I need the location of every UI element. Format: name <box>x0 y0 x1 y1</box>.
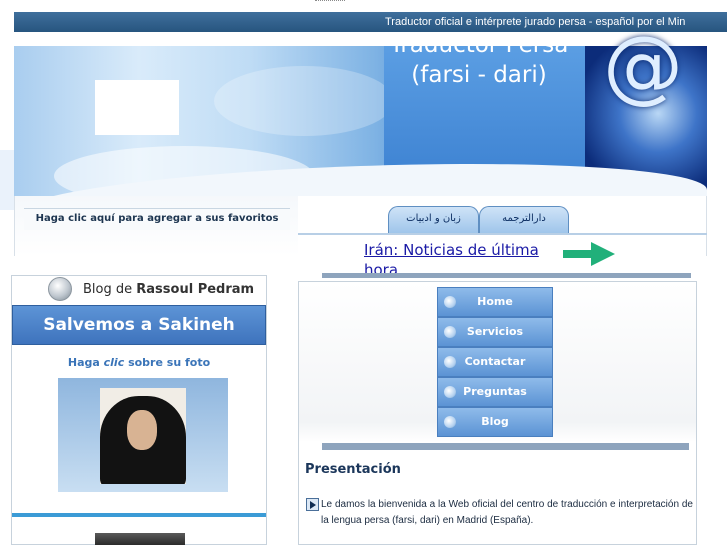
banner-cloud <box>214 66 394 136</box>
presentation-text: Le damos la bienvenida a la Web oficial … <box>321 499 693 526</box>
presentation-heading: Presentación <box>305 462 401 477</box>
caption-pre: Haga <box>67 356 100 369</box>
tabs-underline <box>298 233 707 235</box>
top-divider <box>315 0 345 4</box>
nav-home-button[interactable]: Home <box>437 287 553 317</box>
blog-prefix: Blog de <box>83 282 133 297</box>
blog-bullet-icon <box>48 277 72 301</box>
nav-services-button[interactable]: Servicios <box>437 317 553 347</box>
caption-post: sobre su foto <box>128 356 211 369</box>
nav-label: Home <box>477 295 513 308</box>
globe-icon <box>444 386 456 398</box>
sidebar-image <box>95 533 185 545</box>
green-arrow-icon <box>563 242 615 266</box>
nav-faq-button[interactable]: Preguntas <box>437 377 553 407</box>
nav-label: Contactar <box>464 355 526 368</box>
caption-emphasis: clic <box>103 356 125 369</box>
sakineh-photo[interactable] <box>100 388 186 484</box>
blog-author: Rassoul Pedram <box>136 282 255 297</box>
nav-label: Servicios <box>466 325 524 338</box>
globe-icon <box>444 326 456 338</box>
blog-title[interactable]: Blog de Rassoul Pedram <box>83 281 254 299</box>
nav-blog-button[interactable]: Blog <box>437 407 553 437</box>
photo-face <box>127 410 157 450</box>
nav-divider <box>322 443 689 450</box>
background-stripe <box>0 150 14 210</box>
at-symbol-icon: @ <box>603 19 683 112</box>
globe-icon <box>444 416 456 428</box>
photo-caption: Haga clic sobre su foto <box>11 356 267 369</box>
tab-language-literature[interactable]: زبان و ادبیات <box>388 206 479 234</box>
globe-icon <box>444 296 456 308</box>
page-top <box>0 0 727 12</box>
banner-logo-placeholder <box>95 80 179 135</box>
nav-label: Preguntas <box>463 385 527 398</box>
nav-contact-button[interactable]: Contactar <box>437 347 553 377</box>
site-title: Traductor Persa (farsi - dari) <box>389 32 569 88</box>
sidebar-divider <box>12 513 266 517</box>
news-divider <box>322 273 691 278</box>
save-sakineh-banner[interactable]: Salvemos a Sakineh <box>12 305 266 345</box>
globe-icon <box>444 356 456 368</box>
main-nav: Home Servicios Contactar Preguntas Blog <box>437 287 553 437</box>
tab-translation-house[interactable]: دارالترجمه <box>479 206 569 234</box>
nav-label: Blog <box>481 415 509 428</box>
add-to-favorites-link[interactable]: Haga clic aquí para agregar a sus favori… <box>24 208 290 230</box>
play-arrow-icon <box>306 498 319 511</box>
